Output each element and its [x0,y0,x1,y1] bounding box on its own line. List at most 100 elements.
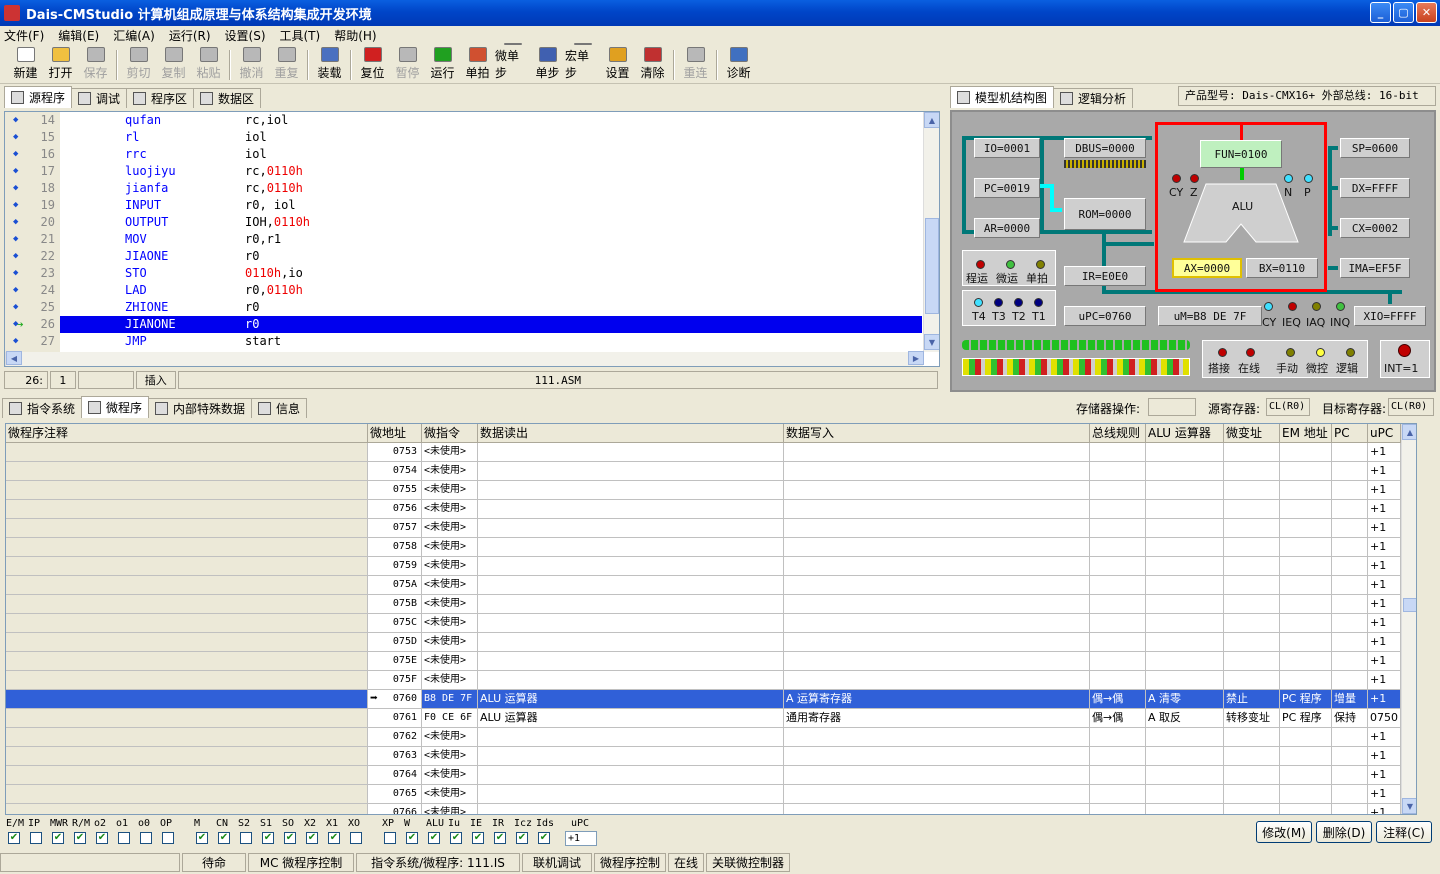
control-bit-checkbox[interactable]: ✔ [428,832,440,844]
control-bit-checkbox[interactable]: ✔ [96,832,108,844]
control-bit-checkbox[interactable]: ✔ [538,832,550,844]
code-line[interactable]: ◆ 27 JMP start [5,333,923,350]
toolbar-button[interactable]: 重复 [269,47,304,83]
column-header[interactable]: PC [1332,424,1368,443]
column-header[interactable]: uPC [1368,424,1401,443]
toolbar-button[interactable]: 诊断 [721,47,756,83]
code-line[interactable]: ◆ 17 luojiyu rc,0110h [5,163,923,180]
code-line[interactable]: ◆ 25 ZHIONE r0 [5,299,923,316]
code-line[interactable]: ◆ 16 rrc iol [5,146,923,163]
toolbar-button[interactable]: 重连 [678,47,713,83]
editor-hscrollbar[interactable]: ◀ ▶ [5,351,924,366]
control-bit-checkbox[interactable]: ✔ [328,832,340,844]
column-header[interactable]: 微指令 [422,424,478,443]
column-header[interactable]: ALU 运算器 [1146,424,1224,443]
column-header[interactable]: 微程序注释 [6,424,368,443]
control-bit-checkbox[interactable]: ✔ [52,832,64,844]
tab[interactable]: 指令系统 [2,398,83,418]
control-bit-checkbox[interactable] [140,832,152,844]
table-row[interactable]: 0754 <未使用> +1 [6,462,1401,481]
table-row[interactable]: 075E <未使用> +1 [6,652,1401,671]
scroll-up-icon[interactable]: ▲ [924,112,939,128]
comment-button[interactable]: 注释(C) [1376,821,1432,843]
table-row[interactable]: 0766 <未使用> +1 [6,804,1401,814]
table-scroll-down-icon[interactable]: ▼ [1402,798,1416,814]
code-line[interactable]: ◆ ➔ 26 JIANONE r0 [5,316,923,333]
close-button[interactable]: ✕ [1416,2,1437,23]
menu-item[interactable]: 设置(S) [225,27,266,44]
delete-button[interactable]: 删除(D) [1316,821,1372,843]
toolbar-button[interactable]: 撤消 [234,47,269,83]
table-scroll-thumb[interactable] [1403,598,1416,612]
table-row[interactable]: 0753 <未使用> +1 [6,443,1401,462]
control-bit-checkbox[interactable]: ✔ [472,832,484,844]
scroll-down-icon[interactable]: ▼ [924,334,939,350]
tab[interactable]: 内部特殊数据 [148,398,253,418]
table-row[interactable]: ➡ 0760 B8 DE 7F ALU 运算器 A 运算寄存器 偶→偶 A 清零 禁止 PC 程… [6,690,1401,709]
toolbar-button[interactable]: 运行 [425,47,460,83]
tab[interactable]: 源程序 [4,86,73,108]
control-bit-checkbox[interactable]: ✔ [8,832,20,844]
column-header[interactable]: 微变址 [1224,424,1280,443]
menu-item[interactable]: 文件(F) [4,27,44,44]
table-row[interactable]: 0757 <未使用> +1 [6,519,1401,538]
table-row[interactable]: 075A <未使用> +1 [6,576,1401,595]
tab[interactable]: 调试 [71,88,128,108]
toolbar-button[interactable]: 保存 [78,47,113,83]
control-bit-checkbox[interactable] [350,832,362,844]
tab[interactable]: 微程序 [81,396,150,418]
control-bit-checkbox[interactable] [30,832,42,844]
toolbar-button[interactable]: 宏单步 [565,43,600,83]
control-bit-checkbox[interactable]: ✔ [74,832,86,844]
code-line[interactable]: ◆ 14 qufan rc,iol [5,112,923,129]
control-bit-checkbox[interactable] [118,832,130,844]
code-line[interactable]: ◆ 15 rl iol [5,129,923,146]
toolbar-button[interactable]: 复制 [156,47,191,83]
modify-button[interactable]: 修改(M) [1256,821,1312,843]
table-scroll-up-icon[interactable]: ▲ [1402,424,1416,440]
toolbar-button[interactable]: 复位 [355,47,390,83]
control-bit-checkbox[interactable]: ✔ [284,832,296,844]
maximize-button[interactable]: ▢ [1393,2,1414,23]
code-line[interactable]: ◆ 22 JIAONE r0 [5,248,923,265]
toolbar-button[interactable]: 打开 [43,47,78,83]
minimize-button[interactable]: _ [1370,2,1391,23]
microprogram-table[interactable]: 微程序注释 微地址 微指令 数据读出 数据写入 总线规则 ALU 运算器 微变址 EM 地址 PC… [5,423,1417,815]
code-line[interactable]: ◆ 20 OUTPUT IOH,0110h [5,214,923,231]
control-bit-checkbox[interactable]: ✔ [262,832,274,844]
column-header[interactable]: 数据读出 [478,424,784,443]
upc-input[interactable] [565,831,597,846]
table-row[interactable]: 0763 <未使用> +1 [6,747,1401,766]
code-line[interactable]: ◆ 21 MOV r0,r1 [5,231,923,248]
scroll-thumb[interactable] [925,218,939,314]
table-row[interactable]: 0764 <未使用> +1 [6,766,1401,785]
code-line[interactable]: ◆ 24 LAD r0,0110h [5,282,923,299]
menu-item[interactable]: 工具(T) [280,27,321,44]
tab[interactable]: 数据区 [193,88,262,108]
table-row[interactable]: 075F <未使用> +1 [6,671,1401,690]
table-row[interactable]: 0761 F0 CE 6F ALU 运算器 通用寄存器 偶→偶 A 取反 转移变址 PC 程序… [6,709,1401,728]
control-bit-checkbox[interactable] [240,832,252,844]
control-bit-checkbox[interactable]: ✔ [516,832,528,844]
code-line[interactable]: ◆ 19 INPUT r0, iol [5,197,923,214]
toolbar-button[interactable]: 暂停 [390,47,425,83]
source-editor[interactable]: ◆ 14 qufan rc,iol ◆ 15 rl iol ◆ 16 rrc iol ◆ 17 luojiy… [4,111,940,367]
column-header[interactable]: 数据写入 [784,424,1090,443]
table-row[interactable]: 075B <未使用> +1 [6,595,1401,614]
toolbar-button[interactable]: 新建 [8,47,43,83]
control-bit-checkbox[interactable]: ✔ [196,832,208,844]
control-bit-checkbox[interactable] [384,832,396,844]
column-header[interactable]: EM 地址 [1280,424,1332,443]
table-row[interactable]: 0759 <未使用> +1 [6,557,1401,576]
control-bit-checkbox[interactable]: ✔ [494,832,506,844]
toolbar-button[interactable]: 装载 [312,47,347,83]
control-bit-checkbox[interactable]: ✔ [450,832,462,844]
menu-item[interactable]: 运行(R) [169,27,211,44]
scroll-left-icon[interactable]: ◀ [6,351,22,365]
toolbar-button[interactable]: 清除 [635,47,670,83]
tab[interactable]: 模型机结构图 [950,86,1055,108]
toolbar-button[interactable]: 单步 [530,47,565,83]
table-vscrollbar[interactable]: ▲ ▼ [1401,424,1416,814]
table-row[interactable]: 0758 <未使用> +1 [6,538,1401,557]
tab[interactable]: 程序区 [126,88,195,108]
